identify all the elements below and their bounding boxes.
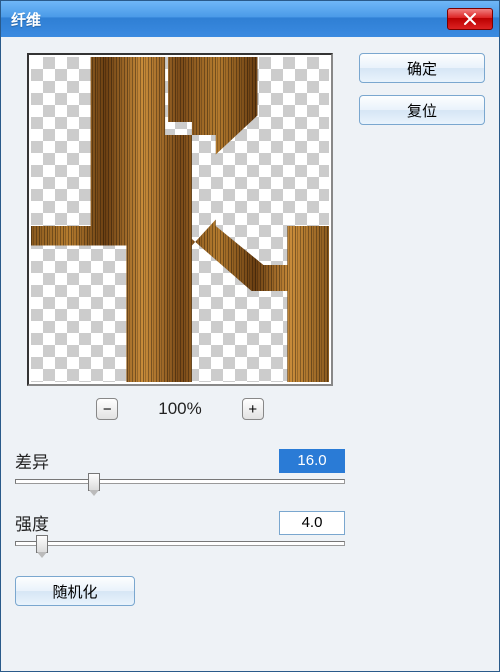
reset-button[interactable]: 复位 xyxy=(359,95,485,125)
left-panel: − 100% + 差异 xyxy=(15,53,345,657)
sliders-group: 差异 强度 随机化 xyxy=(15,448,345,606)
minus-icon: − xyxy=(103,401,112,418)
dialog-window: 纤维 − 100% + xyxy=(0,0,500,672)
zoom-out-button[interactable]: − xyxy=(96,398,118,420)
preview-canvas[interactable] xyxy=(31,57,329,382)
window-title: 纤维 xyxy=(11,9,447,30)
variance-label: 差异 xyxy=(15,448,279,473)
strength-slider-thumb[interactable] xyxy=(36,535,48,553)
titlebar[interactable]: 纤维 xyxy=(1,1,499,37)
preview-frame xyxy=(27,53,333,386)
close-button[interactable] xyxy=(447,8,493,30)
variance-row: 差异 xyxy=(15,448,345,484)
strength-slider-track[interactable] xyxy=(15,541,345,546)
close-icon xyxy=(463,13,477,25)
zoom-controls: − 100% + xyxy=(15,398,345,420)
randomize-button[interactable]: 随机化 xyxy=(15,576,135,606)
variance-input[interactable] xyxy=(279,449,345,473)
strength-label: 强度 xyxy=(15,510,279,535)
dialog-body: − 100% + 差异 xyxy=(1,37,499,671)
zoom-level-label: 100% xyxy=(158,399,201,419)
strength-row: 强度 xyxy=(15,510,345,546)
variance-slider-thumb[interactable] xyxy=(88,473,100,491)
variance-slider-track[interactable] xyxy=(15,479,345,484)
plus-icon: + xyxy=(248,401,257,418)
right-panel: 确定 复位 xyxy=(359,53,485,657)
zoom-in-button[interactable]: + xyxy=(242,398,264,420)
ok-button[interactable]: 确定 xyxy=(359,53,485,83)
strength-input[interactable] xyxy=(279,511,345,535)
